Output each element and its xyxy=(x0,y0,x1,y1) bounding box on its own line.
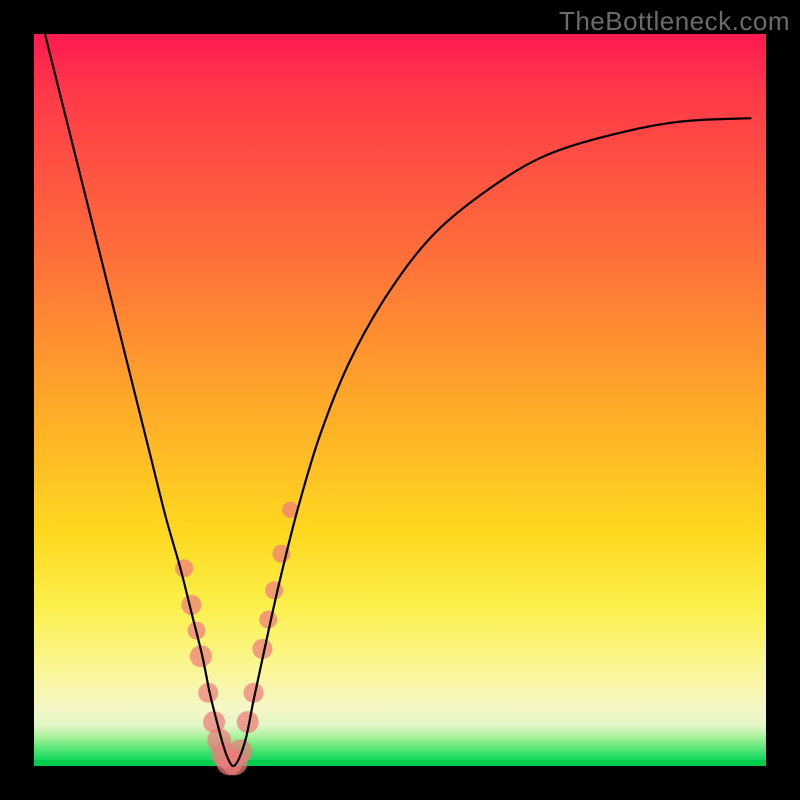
data-marker xyxy=(265,581,283,599)
data-marker xyxy=(228,739,252,763)
plot-area xyxy=(34,34,766,766)
bottleneck-curve xyxy=(45,34,751,766)
watermark-text: TheBottleneck.com xyxy=(559,6,790,37)
markers-group xyxy=(175,502,298,776)
chart-svg xyxy=(34,34,766,766)
outer-frame: TheBottleneck.com xyxy=(0,0,800,800)
data-marker xyxy=(259,611,277,629)
